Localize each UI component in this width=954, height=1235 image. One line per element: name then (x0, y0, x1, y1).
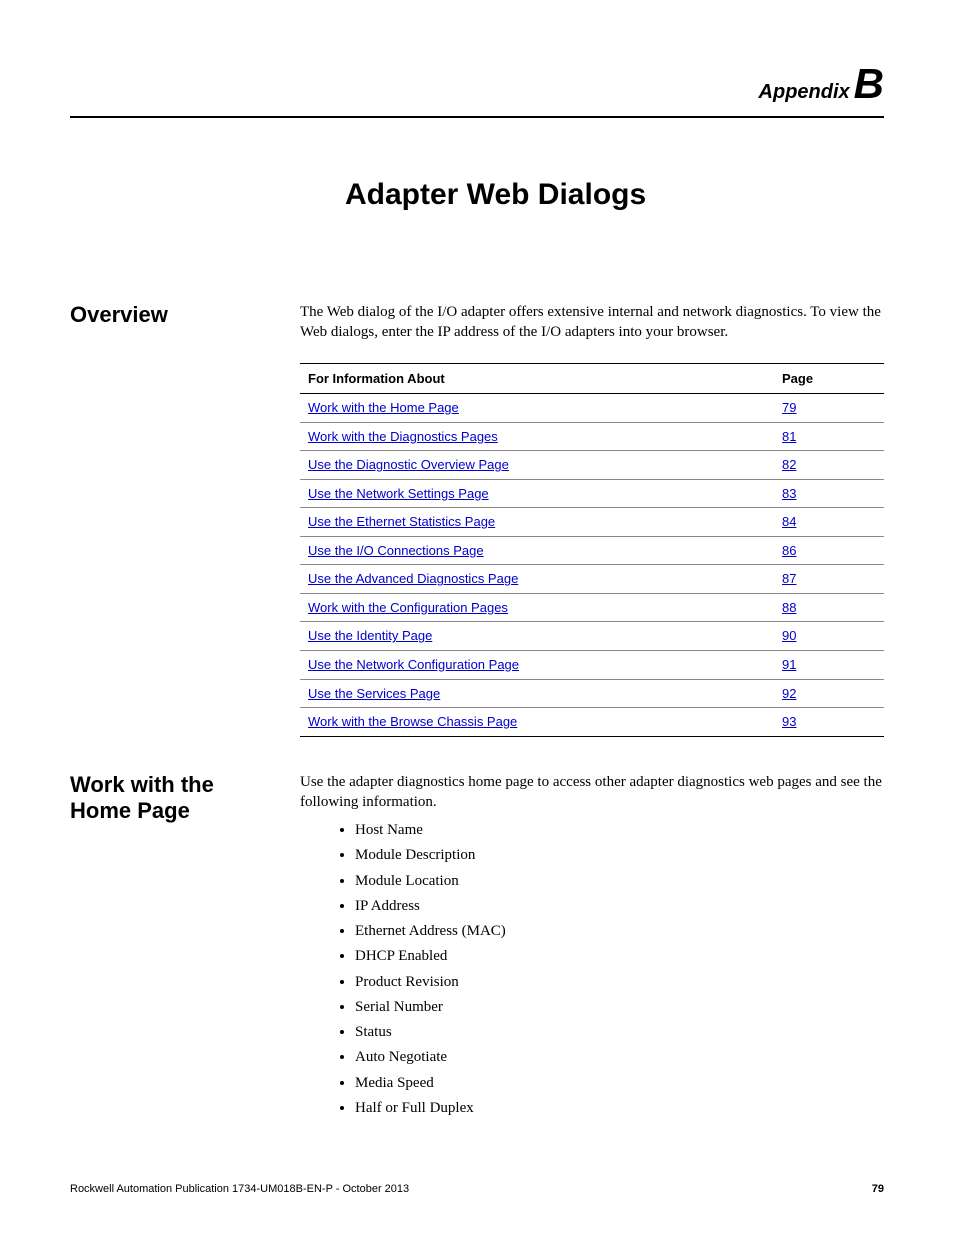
table-row: Work with the Diagnostics Pages 81 (300, 422, 884, 451)
page-header: Appendix B (70, 60, 884, 108)
table-link[interactable]: Use the Ethernet Statistics Page (308, 514, 495, 529)
table-link[interactable]: Work with the Home Page (308, 400, 459, 415)
list-item: Module Location (355, 871, 884, 891)
homepage-heading: Work with the Home Page (70, 772, 300, 1124)
table-row: Work with the Home Page 79 (300, 394, 884, 423)
list-item: Media Speed (355, 1073, 884, 1093)
footer-publication: Rockwell Automation Publication 1734-UM0… (70, 1183, 409, 1195)
table-link[interactable]: Use the Network Settings Page (308, 486, 489, 501)
table-row: Use the Ethernet Statistics Page 84 (300, 508, 884, 537)
chapter-title: Adapter Web Dialogs (345, 178, 884, 212)
table-link[interactable]: Use the Advanced Diagnostics Page (308, 571, 518, 586)
table-header-row: For Information About Page (300, 363, 884, 394)
table-link[interactable]: Work with the Diagnostics Pages (308, 429, 498, 444)
homepage-section: Work with the Home Page Use the adapter … (70, 772, 884, 1124)
list-item: Product Revision (355, 972, 884, 992)
table-link[interactable]: Use the Diagnostic Overview Page (308, 457, 509, 472)
table-page-link[interactable]: 79 (782, 400, 796, 415)
table-page-link[interactable]: 81 (782, 429, 796, 444)
homepage-body: Use the adapter diagnostics home page to… (300, 772, 884, 1124)
table-page-link[interactable]: 90 (782, 628, 796, 643)
table-page-link[interactable]: 84 (782, 514, 796, 529)
homepage-list: Host Name Module Description Module Locati… (355, 820, 884, 1118)
overview-section: Overview The Web dialog of the I/O adapt… (70, 302, 884, 737)
table-page-link[interactable]: 83 (782, 486, 796, 501)
overview-paragraph: The Web dialog of the I/O adapter offers… (300, 302, 884, 343)
footer-page-number: 79 (872, 1183, 884, 1195)
list-item: Auto Negotiate (355, 1047, 884, 1067)
table-header-page: Page (774, 363, 884, 394)
list-item: DHCP Enabled (355, 946, 884, 966)
table-link[interactable]: Work with the Browse Chassis Page (308, 714, 517, 729)
list-item: Serial Number (355, 997, 884, 1017)
table-row: Use the Diagnostic Overview Page 82 (300, 451, 884, 480)
table-page-link[interactable]: 87 (782, 571, 796, 586)
list-item: Module Description (355, 845, 884, 865)
list-item: Host Name (355, 820, 884, 840)
table-row: Work with the Configuration Pages 88 (300, 593, 884, 622)
table-link[interactable]: Use the I/O Connections Page (308, 543, 484, 558)
table-page-link[interactable]: 92 (782, 686, 796, 701)
table-row: Use the Network Settings Page 83 (300, 479, 884, 508)
table-link[interactable]: Use the Identity Page (308, 628, 432, 643)
table-page-link[interactable]: 91 (782, 657, 796, 672)
list-item: Status (355, 1022, 884, 1042)
table-row: Use the Network Configuration Page 91 (300, 650, 884, 679)
table-page-link[interactable]: 93 (782, 714, 796, 729)
homepage-intro: Use the adapter diagnostics home page to… (300, 772, 884, 813)
table-link[interactable]: Work with the Configuration Pages (308, 600, 508, 615)
table-page-link[interactable]: 86 (782, 543, 796, 558)
overview-body: The Web dialog of the I/O adapter offers… (300, 302, 884, 737)
table-row: Use the Services Page 92 (300, 679, 884, 708)
appendix-letter: B (854, 60, 884, 107)
list-item: Ethernet Address (MAC) (355, 921, 884, 941)
page-footer: Rockwell Automation Publication 1734-UM0… (70, 1183, 884, 1195)
list-item: Half or Full Duplex (355, 1098, 884, 1118)
header-rule (70, 116, 884, 118)
table-row: Use the Advanced Diagnostics Page 87 (300, 565, 884, 594)
table-link[interactable]: Use the Network Configuration Page (308, 657, 519, 672)
table-row: Use the Identity Page 90 (300, 622, 884, 651)
appendix-word: Appendix (759, 81, 850, 103)
table-page-link[interactable]: 88 (782, 600, 796, 615)
table-header-info: For Information About (300, 363, 774, 394)
overview-heading: Overview (70, 302, 300, 737)
table-link[interactable]: Use the Services Page (308, 686, 440, 701)
table-row: Work with the Browse Chassis Page 93 (300, 708, 884, 737)
table-page-link[interactable]: 82 (782, 457, 796, 472)
table-row: Use the I/O Connections Page 86 (300, 536, 884, 565)
info-table: For Information About Page Work with the… (300, 363, 884, 737)
list-item: IP Address (355, 896, 884, 916)
